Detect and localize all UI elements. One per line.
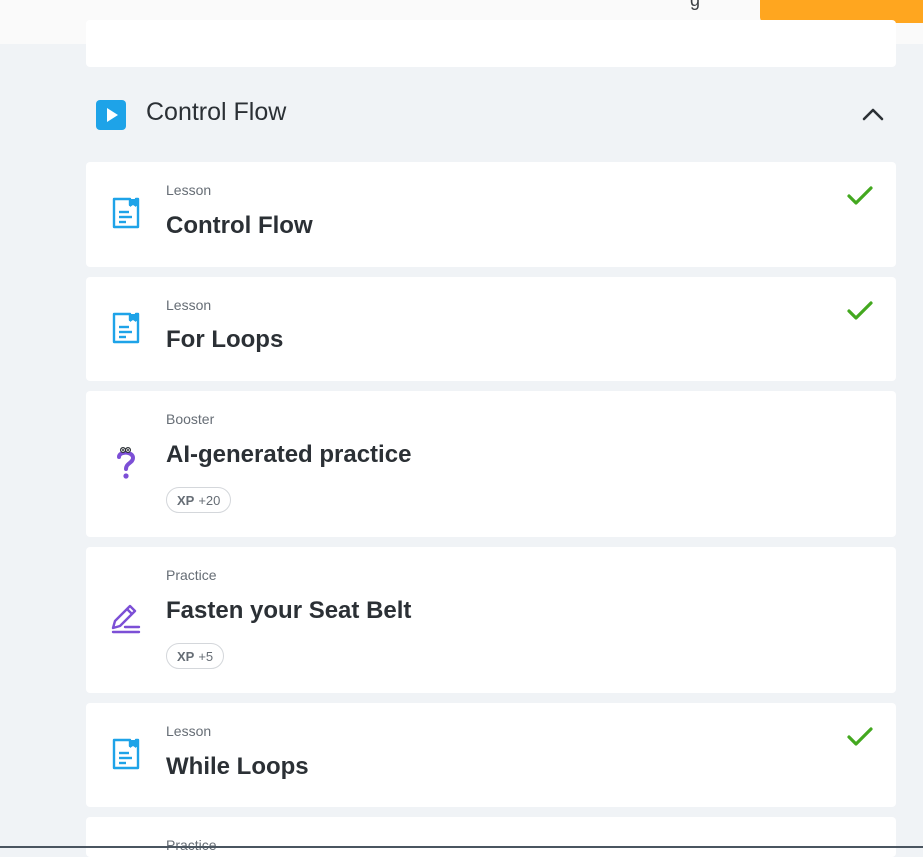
xp-badge: XP +20 [166, 487, 232, 513]
checkmark-icon [846, 297, 874, 325]
item-title: While Loops [166, 753, 309, 780]
item-type-label: Booster [166, 411, 215, 427]
xp-value: +20 [198, 492, 221, 508]
nav-partial-text: g [690, 0, 701, 10]
item-type-label: Practice [166, 567, 217, 583]
pencil-practice-icon [108, 601, 144, 637]
checkmark-icon [846, 723, 874, 751]
list-item[interactable]: Practice [86, 817, 896, 857]
item-type-label: Lesson [166, 297, 212, 313]
item-type-label: Lesson [166, 182, 212, 198]
item-title: Fasten your Seat Belt [166, 597, 412, 624]
item-type-label: Lesson [166, 723, 212, 739]
xp-badge: XP +5 [166, 643, 225, 669]
xp-label: XP [177, 648, 195, 664]
list-item[interactable]: Lesson While Loops [86, 703, 896, 807]
section-header[interactable]: Control Flow [86, 92, 896, 136]
list-item[interactable]: Lesson Control Flow [86, 162, 896, 267]
lesson-document-icon [108, 736, 144, 772]
list-item[interactable]: Lesson For Loops [86, 277, 896, 381]
question-mark-character-icon [108, 445, 144, 481]
lesson-document-icon [108, 310, 144, 346]
item-title: Control Flow [166, 212, 313, 239]
item-title: For Loops [166, 326, 284, 353]
item-type-label: Practice [166, 837, 217, 853]
item-title: AI-generated practice [166, 441, 412, 468]
xp-label: XP [177, 492, 195, 508]
chevron-up-icon[interactable] [860, 102, 886, 128]
lesson-document-icon [108, 195, 144, 231]
list-item[interactable]: Booster AI-generated practice XP +20 [86, 391, 896, 537]
checkmark-icon [846, 182, 874, 210]
section-title: Control Flow [146, 98, 287, 126]
previous-section-card [86, 20, 896, 67]
xp-value: +5 [198, 648, 214, 664]
list-item[interactable]: Practice Fasten your Seat Belt XP +5 [86, 547, 896, 693]
play-icon [96, 100, 126, 130]
